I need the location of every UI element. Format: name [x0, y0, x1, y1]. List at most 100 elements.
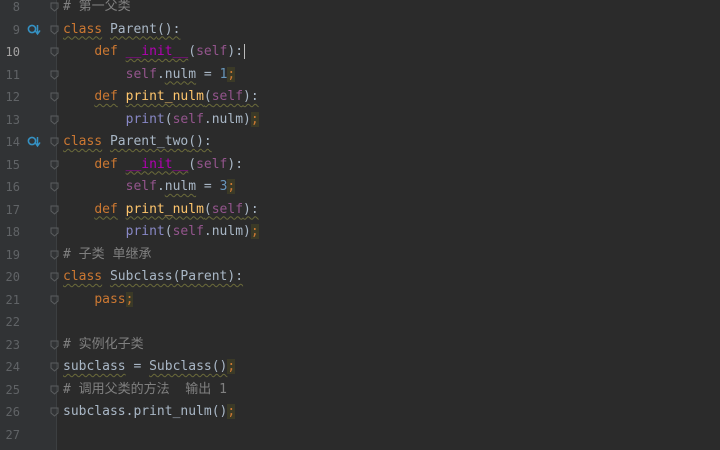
code-line[interactable]: 18 print(self.nulm); [0, 221, 720, 244]
fold-icon[interactable] [50, 340, 59, 350]
code-line[interactable]: 14 class Parent_two(): [0, 131, 720, 154]
code-token: subclass [63, 359, 126, 374]
fold-icon[interactable] [50, 407, 59, 417]
code-token: Subclass [109, 269, 173, 284]
override-marker-icon[interactable] [27, 135, 41, 149]
code-line[interactable]: 24 subclass = Subclass(); [0, 356, 720, 379]
fold-icon[interactable] [50, 295, 59, 305]
fold-icon[interactable] [50, 47, 59, 57]
code-text: # 实例化子类 [63, 334, 144, 357]
fold-icon[interactable] [50, 205, 59, 215]
line-number: 14 [5, 135, 20, 149]
line-number: 27 [5, 427, 20, 442]
code-token: subclass.print_nulm() [63, 404, 228, 419]
override-marker-icon[interactable] [27, 23, 41, 37]
code-token: print [125, 111, 165, 127]
code-line[interactable]: 26 subclass.print_nulm(); [0, 401, 720, 424]
fold-icon[interactable] [50, 2, 59, 12]
code-line[interactable]: 11 self.nulm = 1; [0, 64, 720, 87]
code-text: print(self.nulm); [63, 221, 259, 244]
code-token: ; [227, 66, 236, 82]
code-text: def __init__(self): [63, 41, 246, 64]
code-token: __init__ [125, 156, 189, 172]
fold-icon[interactable] [50, 25, 59, 35]
line-number: 11 [5, 67, 20, 82]
fold-icon[interactable] [50, 385, 59, 395]
code-line[interactable]: 12 def print_nulm(self): [0, 86, 720, 109]
code-token: ; [250, 224, 259, 239]
code-token: ( [203, 89, 212, 104]
fold-icon[interactable] [50, 92, 59, 102]
fold-icon[interactable] [50, 137, 59, 147]
fold-icon[interactable] [50, 362, 59, 372]
code-token: = [196, 179, 220, 194]
line-number: 22 [5, 315, 20, 329]
code-token: ; [227, 359, 236, 374]
fold-icon[interactable] [50, 227, 59, 237]
code-token: nulm [164, 179, 197, 194]
code-token: class [63, 269, 103, 284]
line-number: 8 [12, 0, 20, 14]
line-number: 19 [5, 247, 20, 262]
code-token: ( [188, 156, 197, 172]
fold-icon[interactable] [50, 182, 59, 192]
code-line[interactable]: 20 class Subclass(Parent): [0, 266, 720, 289]
code-token: ( [188, 44, 197, 59]
fold-icon[interactable] [50, 115, 59, 125]
line-number: 16 [5, 180, 20, 194]
line-number: 9 [12, 22, 20, 37]
fold-icon[interactable] [50, 70, 59, 80]
code-token: pass [94, 291, 126, 307]
code-line[interactable]: 19 # 子类 单继承 [0, 244, 720, 267]
fold-icon[interactable] [50, 272, 59, 282]
fold-icon[interactable] [50, 160, 59, 170]
code-line[interactable]: 8 # 第一父类 [0, 0, 720, 19]
code-line[interactable]: 22 [0, 311, 720, 334]
code-token: self [196, 156, 228, 172]
code-line[interactable]: 10 def __init__(self): [0, 41, 720, 64]
code-line[interactable]: 21 pass; [0, 289, 720, 312]
code-line[interactable]: 16 self.nulm = 3; [0, 176, 720, 199]
code-token: . [156, 179, 165, 194]
code-token: .nulm) [203, 224, 251, 239]
code-line[interactable]: 13 print(self.nulm); [0, 109, 720, 132]
code-text: # 调用父类的方法 输出 1 [63, 379, 227, 402]
code-line[interactable]: 23 # 实例化子类 [0, 334, 720, 357]
fold-icon[interactable] [50, 250, 59, 260]
code-editor[interactable]: 8 # 第一父类 9 class Parent(): 10 def __init__(s… [0, 0, 720, 450]
line-number: 24 [5, 360, 20, 374]
code-token: (): [188, 134, 212, 149]
code-token: Parent [109, 21, 157, 37]
text-caret [244, 44, 246, 59]
code-text: print(self.nulm); [63, 109, 259, 132]
code-token: . [156, 66, 165, 82]
code-token: ; [227, 404, 236, 419]
code-token: .nulm) [203, 111, 251, 127]
code-token: def [94, 201, 118, 217]
code-token: self [125, 179, 157, 194]
code-line[interactable]: 27 [0, 424, 720, 447]
code-token: ; [250, 111, 259, 127]
code-line[interactable]: 17 def print_nulm(self): [0, 199, 720, 222]
code-token: self [125, 66, 157, 82]
code-text: def print_nulm(self): [63, 86, 258, 109]
code-text: # 子类 单继承 [63, 244, 151, 267]
code-line[interactable]: 25 # 调用父类的方法 输出 1 [0, 379, 720, 402]
code-text: def print_nulm(self): [63, 199, 258, 222]
line-number: 12 [5, 90, 20, 104]
code-line[interactable]: 9 class Parent(): [0, 19, 720, 42]
code-text: # 第一父类 [63, 0, 131, 19]
code-line[interactable]: 15 def __init__(self): [0, 154, 720, 177]
code-text: subclass = Subclass(); [63, 356, 236, 379]
